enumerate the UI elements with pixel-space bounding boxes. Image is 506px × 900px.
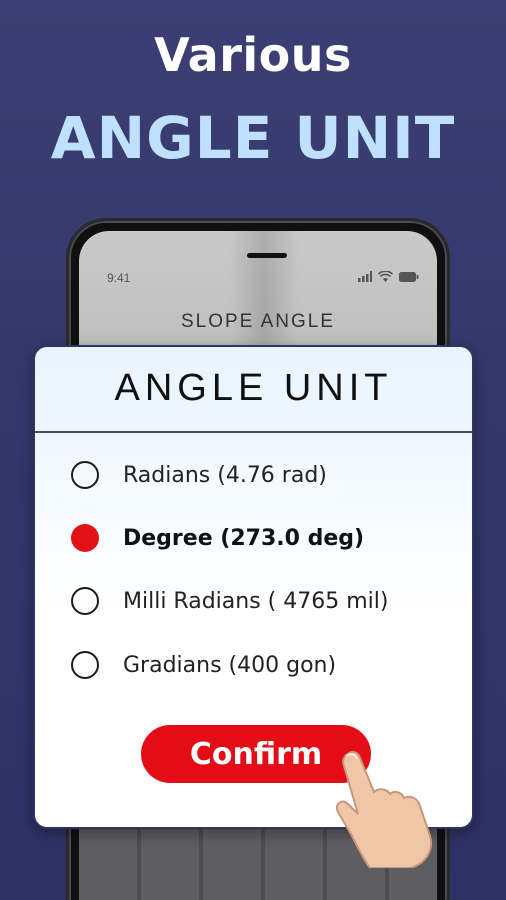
headline-angle-unit: ANGLE UNIT: [50, 104, 456, 172]
radio-degree-selected[interactable]: [71, 524, 99, 552]
dialog-divider: [35, 431, 472, 433]
option-label: Radians (4.76 rad): [123, 462, 327, 488]
option-label: Milli Radians ( 4765 mil): [123, 588, 389, 614]
option-label: Degree (273.0 deg): [123, 525, 365, 551]
pointing-hand-icon: [336, 750, 432, 868]
option-radians[interactable]: Radians (4.76 rad): [71, 455, 327, 495]
option-degree[interactable]: Degree (273.0 deg): [71, 518, 364, 558]
dialog-title: ANGLE UNIT: [114, 367, 393, 409]
option-milli-radians[interactable]: Milli Radians ( 4765 mil): [71, 581, 388, 621]
battery-icon: [399, 271, 419, 282]
option-gradians[interactable]: Gradians (400 gon): [71, 645, 336, 685]
radio-gradians[interactable]: [71, 651, 99, 679]
status-icons: [358, 271, 419, 282]
screen-title: SLOPE ANGLE: [180, 311, 335, 332]
option-label: Gradians (400 gon): [123, 652, 337, 678]
wifi-icon: [378, 271, 393, 282]
signal-icon: [358, 271, 372, 282]
radio-radians[interactable]: [71, 461, 99, 489]
phone-notch: [247, 253, 287, 258]
headline-various: Various: [154, 28, 352, 82]
radio-milli-radians[interactable]: [71, 587, 99, 615]
status-time: 9:41: [107, 271, 131, 285]
